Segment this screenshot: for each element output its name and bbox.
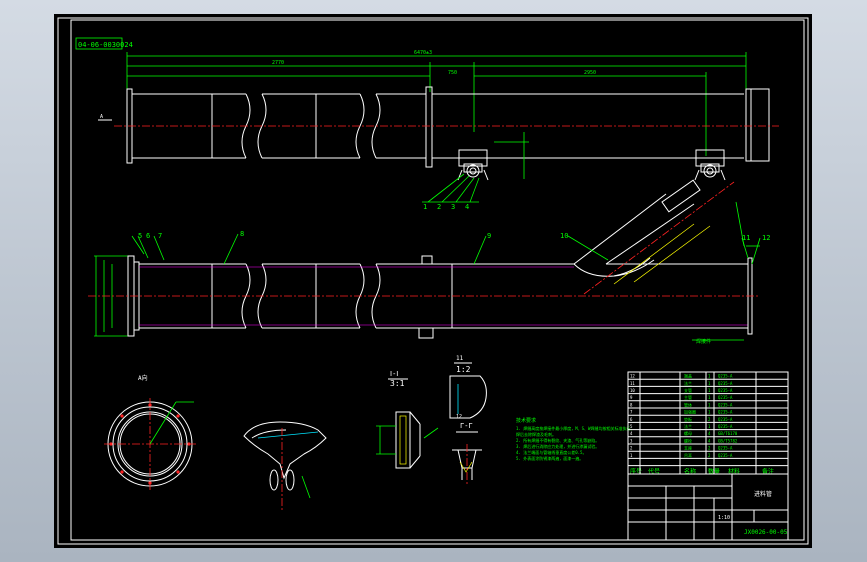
detail-3-1: Ⅰ-Ⅰ 3:1 <box>376 370 439 469</box>
bom-cell: Q235-A <box>718 446 733 451</box>
bom-cell: Q235-A <box>718 453 733 458</box>
top-view: 6470±3 2770 750 2950 A 1 2 3 4 <box>98 50 779 211</box>
bom-cell: 2 <box>708 446 711 451</box>
bom-cell: 1 <box>708 388 711 393</box>
svg-text:3: 3 <box>451 203 455 211</box>
drawing-canvas[interactable]: 04-06-0030024 6470±3 2770 750 2950 A 1 2… <box>54 14 812 548</box>
svg-text:3:1: 3:1 <box>390 379 405 388</box>
bom-cell: 2 <box>630 446 633 451</box>
view-a: A向 <box>104 374 196 490</box>
bom-cell: 1 <box>708 410 711 415</box>
bom-cell: 10 <box>630 388 635 393</box>
section-gamma: Γ-Γ <box>452 422 482 486</box>
svg-text:A向: A向 <box>138 374 148 382</box>
svg-text:8: 8 <box>240 230 244 238</box>
tech-notes: 技术要求 1. 焊缝高度按焊接件最小厚度，M、S、W焊缝均按相关标准执行。 焊后… <box>516 417 634 461</box>
bom-cell: 3 <box>630 438 633 443</box>
svg-text:10: 10 <box>560 232 568 240</box>
svg-text:1:2: 1:2 <box>456 365 471 374</box>
svg-text:Γ-Γ: Γ-Γ <box>460 422 473 430</box>
svg-text:1: 1 <box>423 203 427 211</box>
svg-text:焊后去除焊渣及毛刺。: 焊后去除焊渣及毛刺。 <box>516 431 556 437</box>
bom-cell: 1 <box>630 453 633 458</box>
bom-cell: 12 <box>630 374 635 379</box>
bom-cell: Q235-A <box>718 395 733 400</box>
detail-1-2: 11 1:2 12 <box>449 355 487 420</box>
bom-cell: Q235-A <box>718 417 733 422</box>
bom-cell: Q235-A <box>718 374 733 379</box>
bom-cell: 垫板 <box>684 416 692 422</box>
bom-cell: 吊耳 <box>684 453 692 458</box>
svg-text:6: 6 <box>146 232 150 240</box>
bom-cell: 1 <box>708 395 711 400</box>
bom-cell: 2 <box>708 453 711 458</box>
svg-text:1. 焊缝高度按焊接件最小厚度，M、S、W焊缝均按相关标准执: 1. 焊缝高度按焊接件最小厚度，M、S、W焊缝均按相关标准执行。 <box>516 425 634 431</box>
bom-cell: 法兰 <box>684 423 692 429</box>
stamp-text: 04-06-0030024 <box>78 41 133 49</box>
bom-cell: 7 <box>630 410 633 415</box>
svg-text:2: 2 <box>437 203 441 211</box>
bom-cell: 法兰 <box>684 380 692 386</box>
bom-cell: 1 <box>708 374 711 379</box>
bom-cell: 8 <box>630 402 633 407</box>
svg-text:进料管: 进料管 <box>754 490 772 498</box>
svg-text:9: 9 <box>487 232 491 240</box>
bom-cell: Q235-A <box>718 424 733 429</box>
svg-text:3. 焊后进行消除应力处理，并进行渗漏试验。: 3. 焊后进行消除应力处理，并进行渗漏试验。 <box>516 443 599 449</box>
front-view: 5 6 7 8 9 10 11 12 焊接件 <box>88 179 770 345</box>
svg-text:2. 所有焊缝不得有裂纹、夹渣、气孔等缺陷。: 2. 所有焊缝不得有裂纹、夹渣、气孔等缺陷。 <box>516 437 599 443</box>
bom-cell: 加强圈 <box>684 409 696 415</box>
bom-cell: 螺栓 <box>684 437 692 443</box>
bom-cell: GB/T5782 <box>718 438 738 443</box>
svg-text:11: 11 <box>456 355 464 362</box>
svg-text:Ⅰ-Ⅰ: Ⅰ-Ⅰ <box>390 370 398 378</box>
svg-text:12: 12 <box>762 234 770 242</box>
bom-cell: Q235-A <box>718 402 733 407</box>
bom-cell: GB/T6170 <box>718 431 738 436</box>
bom-cell: 9 <box>630 395 633 400</box>
bom-cell: 2 <box>708 417 711 422</box>
svg-text:1:10: 1:10 <box>718 515 730 521</box>
svg-text:JX0026-00-05: JX0026-00-05 <box>744 529 788 536</box>
svg-text:11: 11 <box>742 234 750 242</box>
svg-text:6470±3: 6470±3 <box>414 50 432 56</box>
svg-text:12: 12 <box>456 414 462 420</box>
svg-text:7: 7 <box>158 232 162 240</box>
svg-text:A: A <box>100 114 103 120</box>
svg-text:750: 750 <box>448 70 457 76</box>
bom-cell: 11 <box>630 381 635 386</box>
bom-cell: Q235-A <box>718 410 733 415</box>
bom-cell: 1 <box>708 402 711 407</box>
svg-text:2770: 2770 <box>272 60 284 66</box>
svg-text:焊接件: 焊接件 <box>696 338 711 345</box>
cad-viewport[interactable]: 04-06-0030024 6470±3 2770 750 2950 A 1 2… <box>54 14 812 548</box>
svg-text:2950: 2950 <box>584 70 596 76</box>
svg-text:4. 法兰端面与管轴线垂直度公差0.5。: 4. 法兰端面与管轴线垂直度公差0.5。 <box>516 449 586 455</box>
svg-text:4: 4 <box>465 203 469 211</box>
bom-cell: 主管 <box>684 394 692 400</box>
bom-cell: 4 <box>708 438 711 443</box>
bom-cell: Q235-A <box>718 388 733 393</box>
bom-cell: 4 <box>708 431 711 436</box>
bom-cell: 管体 <box>684 401 692 407</box>
bom-cell: 6 <box>630 417 633 422</box>
bom-cell: 4 <box>630 431 633 436</box>
bom-cell: 支座 <box>684 445 692 451</box>
bom-cell: 1 <box>708 381 711 386</box>
section-i <box>243 421 327 510</box>
bom-cell: 端盖 <box>684 373 692 379</box>
svg-text:技术要求: 技术要求 <box>516 417 536 424</box>
bom-cell: Q235-A <box>718 381 733 386</box>
inner-frame <box>70 19 805 541</box>
svg-text:5. 外表面涂防锈漆两遍，面漆一遍。: 5. 外表面涂防锈漆两遍，面漆一遍。 <box>516 455 583 461</box>
svg-text:5: 5 <box>138 232 142 240</box>
title-block: 进料管 JX0026-00-05 1:10 <box>627 473 789 541</box>
bom-cell: 螺母 <box>684 430 692 436</box>
bom-cell: 支管 <box>684 387 692 393</box>
bom-cell: 1 <box>708 424 711 429</box>
bom-table: 12 端盖 1 Q235-A11 法兰 1 Q235-A10 支管 1 Q235-A9 主管 1 Q23… <box>627 371 789 476</box>
